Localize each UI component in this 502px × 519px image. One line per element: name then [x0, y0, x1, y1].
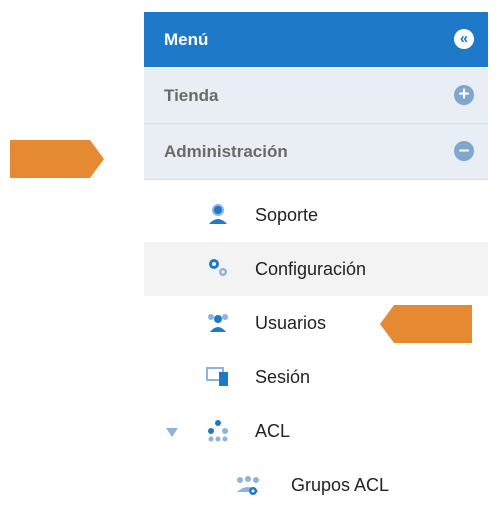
menu-item-grupos-acl[interactable]: Grupos ACL: [144, 458, 488, 512]
menu-item-soporte[interactable]: Soporte: [144, 188, 488, 242]
menu-title: Menú: [164, 29, 209, 49]
users-icon: [208, 314, 228, 332]
plus-circle-icon[interactable]: +: [454, 85, 474, 105]
menu-item-label: Sesión: [255, 366, 311, 387]
annotation-arrow-right: [380, 305, 472, 343]
section-label: Tienda: [164, 85, 219, 105]
menu-item-label: Configuración: [255, 258, 367, 279]
sidebar-menu: Menú « Tienda + Administración – Soporte…: [144, 12, 488, 519]
expand-triangle-icon[interactable]: [166, 428, 178, 437]
menu-item-label: Soporte: [255, 204, 319, 225]
annotation-arrow-left: [10, 140, 104, 178]
double-chevron-left-icon[interactable]: «: [454, 29, 474, 49]
acl-groups-icon: [237, 476, 259, 495]
acl-dots-icon: [208, 420, 228, 442]
support-agent-icon: [209, 204, 227, 224]
menu-item-label: Usuarios: [255, 312, 327, 333]
menu-item-configuracion[interactable]: Configuración: [144, 242, 488, 296]
menu-item-sesion[interactable]: Sesión: [144, 350, 488, 404]
section-tienda[interactable]: Tienda +: [144, 68, 488, 124]
menu-item-label: Grupos ACL: [291, 474, 390, 495]
section-administracion[interactable]: Administración –: [144, 124, 488, 180]
section-label: Administración: [164, 141, 288, 161]
gears-icon: [209, 259, 227, 276]
menu-item-acl[interactable]: ACL: [144, 404, 488, 458]
devices-icon: [206, 367, 228, 386]
minus-circle-icon[interactable]: –: [454, 141, 474, 161]
menu-item-label: ACL: [255, 420, 291, 441]
menu-header: Menú «: [144, 12, 488, 67]
